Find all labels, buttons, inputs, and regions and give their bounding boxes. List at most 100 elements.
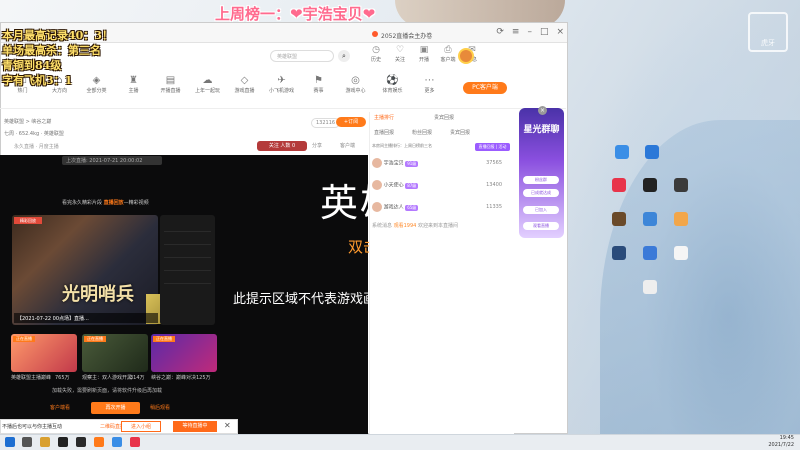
taskbar-app-icon[interactable]	[58, 437, 68, 447]
close-icon[interactable]: ×	[538, 106, 547, 115]
desktop-app-icon[interactable]	[612, 212, 626, 226]
promo-title: 星光群聊	[523, 125, 560, 135]
pc-client-button[interactable]: PC客户端	[463, 82, 507, 94]
subtab[interactable]: 贵宾回报	[450, 129, 470, 136]
nav-item[interactable]: ◈ 全部分类	[78, 74, 115, 104]
watch-client-link[interactable]: 客户端看	[50, 404, 70, 411]
recommend-caption[interactable]: 观察主：双人游戏开黑	[82, 374, 132, 381]
search-icon[interactable]: ⌕	[338, 50, 350, 62]
desktop-app-icon[interactable]	[645, 145, 659, 159]
overlay-line: 青铜到84级	[2, 59, 62, 72]
history-icon[interactable]: ◷ 历史	[365, 45, 387, 63]
close-icon[interactable]: ×	[556, 27, 564, 37]
viewer-count: 314万	[130, 375, 145, 381]
desktop-app-icon[interactable]	[612, 246, 626, 260]
follow-icon[interactable]: ♡ 关注	[389, 45, 411, 63]
table-row[interactable]: 小天使心 87级 13400	[372, 180, 512, 194]
table-row[interactable]: 游戏达人 65级 11335	[372, 202, 512, 216]
desktop-app-icon[interactable]	[643, 246, 657, 260]
client-icon[interactable]: ⎙ 客户端	[437, 45, 459, 63]
desktop-file-icon[interactable]	[643, 280, 657, 294]
taskbar-app-icon[interactable]	[130, 437, 140, 447]
rank-score: 11335	[486, 204, 502, 210]
menu-icon[interactable]: ≡	[512, 27, 520, 37]
taskbar-app-icon[interactable]	[22, 437, 32, 447]
desktop-app-icon[interactable]	[674, 246, 688, 260]
nav-item[interactable]: ☁ 上年一起玩	[189, 74, 226, 104]
minimize-icon[interactable]: –	[527, 27, 532, 37]
tab-host-rank[interactable]: 主播排行	[374, 114, 394, 121]
start-icon[interactable]	[5, 437, 15, 447]
table-row[interactable]: 宇浩宝贝 91级 37565	[372, 158, 512, 172]
recommend-caption[interactable]: 峡谷之巅：巅峰对决	[151, 374, 196, 381]
tab-vip[interactable]: 贵宾回报	[434, 114, 454, 121]
desktop-app-icon[interactable]	[643, 212, 657, 226]
promo-chip[interactable]: 已成就达成	[523, 189, 559, 197]
search-input[interactable]: 英雄联盟	[270, 50, 334, 62]
desktop-app-icon[interactable]	[674, 178, 688, 192]
rank-name: 游戏达人	[383, 204, 404, 211]
notice-button[interactable]: 直播回报 | 活动	[475, 143, 510, 151]
overlay-line: 字有飞机3：1	[2, 74, 73, 87]
list-item[interactable]	[164, 271, 211, 284]
maximize-icon[interactable]: □	[540, 27, 549, 37]
subscribe-button[interactable]: +订阅	[336, 117, 366, 127]
overlay-line: 本月最高记录40：3！	[2, 29, 113, 42]
taskbar-app-icon[interactable]	[112, 437, 122, 447]
window-controls: ⟳ ≡ – □ ×	[496, 27, 564, 37]
promo-chip[interactable]: 已加入	[523, 206, 559, 214]
rank-score: 13400	[486, 182, 502, 188]
notify-text: 不播后也可以与你主播互动	[2, 424, 63, 430]
join-group-button[interactable]: 进入小组	[121, 421, 161, 432]
user-avatar[interactable]	[458, 48, 474, 64]
nav-item[interactable]: ♜ 主播	[115, 74, 152, 104]
promo-chip[interactable]: 粉丝群	[523, 176, 559, 184]
desktop-app-icon[interactable]	[674, 212, 688, 226]
level-badge: 65级	[405, 204, 419, 211]
nav-item[interactable]: ⋯ 更多	[411, 74, 448, 104]
list-item[interactable]	[164, 219, 211, 232]
client-button[interactable]: 客户端	[340, 142, 355, 149]
close-icon[interactable]: ✕	[224, 421, 231, 430]
list-item[interactable]	[164, 232, 211, 245]
list-item[interactable]	[164, 245, 211, 258]
tab-title[interactable]: 2052直播会主办卷	[381, 31, 432, 40]
avatar	[372, 158, 382, 168]
refresh-icon[interactable]: ⟳	[496, 27, 504, 37]
wait-live-button[interactable]: 等待直播中	[173, 421, 217, 432]
promo-chip[interactable]: 观看直播	[523, 222, 559, 230]
taskbar-app-icon[interactable]	[40, 437, 50, 447]
replay-video-thumbnail[interactable]	[12, 215, 158, 325]
broadcast-icon[interactable]: ▣ 开播	[413, 45, 435, 63]
rank-name: 宇浩宝贝	[383, 160, 404, 167]
reopen-button[interactable]: 再次开播	[91, 402, 140, 414]
desktop-app-icon[interactable]	[643, 178, 657, 192]
nav-item[interactable]: ⚽ 体育娱乐	[374, 74, 411, 104]
nav-item[interactable]: ◇ 游戏直播	[226, 74, 263, 104]
desktop-app-icon[interactable]	[615, 145, 629, 159]
watch-later-link[interactable]: 稍后观看	[150, 404, 170, 411]
subtab[interactable]: 粉丝回报	[412, 129, 432, 136]
nav-item[interactable]: ⚑ 赛事	[300, 74, 337, 104]
live-badge: 正在直播	[13, 336, 35, 342]
video-date-caption[interactable]: 【2021-07-22 00点场】直播...	[14, 313, 158, 323]
nav-item[interactable]: ▤ 开播直播	[152, 74, 189, 104]
nav-item[interactable]: ✈ 小飞机游戏	[263, 74, 300, 104]
recommend-caption[interactable]: 英雄联盟主播巅峰	[11, 374, 51, 381]
system-clock[interactable]: 19:45 2021/7/22	[768, 435, 794, 449]
subtab[interactable]: 直播回报	[374, 129, 394, 136]
taskbar-app-icon[interactable]	[76, 437, 86, 447]
list-item[interactable]	[164, 258, 211, 271]
live-badge: 正在直播	[153, 336, 175, 342]
taskbar-app-icon[interactable]	[94, 437, 104, 447]
avatar	[372, 202, 382, 212]
share-button[interactable]: 分享	[312, 142, 322, 149]
video-chapter-list	[160, 215, 215, 325]
desktop-app-icon[interactable]	[612, 178, 626, 192]
fans-badge[interactable]: 关注 人数 0	[257, 141, 307, 151]
panel-tabs: 主播排行 贵宾回报	[374, 114, 454, 121]
breadcrumb[interactable]: 英雄联盟 > 峡谷之巅	[4, 118, 51, 125]
viewer-count: 125万	[196, 375, 211, 381]
level-badge: 91级	[405, 160, 419, 167]
nav-item[interactable]: ◎ 游戏中心	[337, 74, 374, 104]
